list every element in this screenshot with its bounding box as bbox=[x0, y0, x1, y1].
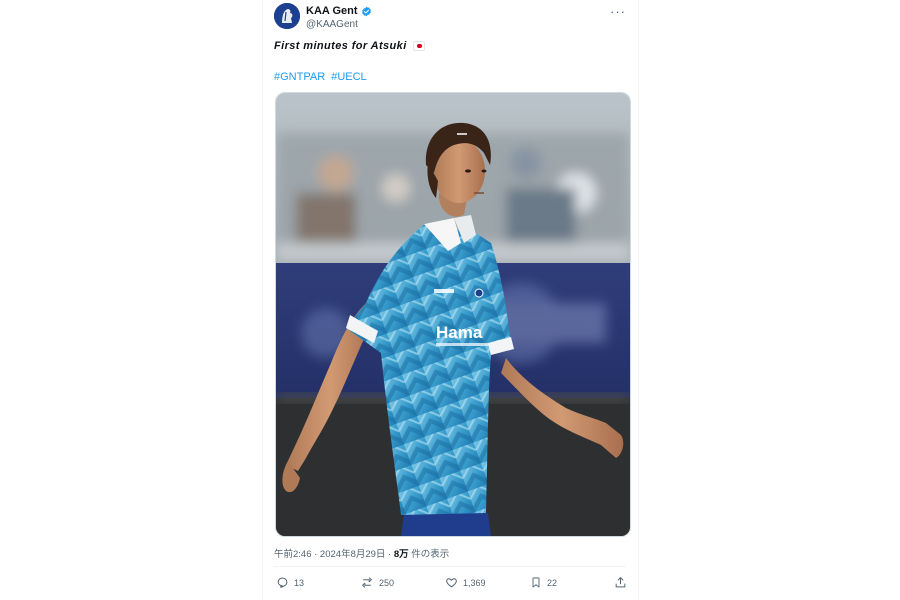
timeline-right-border bbox=[638, 0, 639, 600]
view-label: 件の表示 bbox=[408, 549, 450, 560]
tweet-header: KAA Gent @KAAGent ··· bbox=[274, 3, 638, 33]
reply-count: 13 bbox=[294, 577, 305, 588]
actions-divider bbox=[274, 566, 626, 567]
name-row: KAA Gent bbox=[306, 5, 372, 17]
verified-badge-icon bbox=[361, 6, 371, 16]
account-avatar[interactable] bbox=[274, 3, 300, 29]
tweet-metadata: 午前2:46 · 2024年8月29日 · 8万 件の表示 bbox=[274, 546, 449, 560]
tweet-text: First minutes for Atsuki bbox=[274, 40, 407, 52]
bookmark-count: 22 bbox=[547, 577, 558, 588]
tweet-photo[interactable]: Hama bbox=[275, 92, 631, 537]
hashtags: #GNTPAR #UECL bbox=[274, 71, 370, 83]
like-count: 1,369 bbox=[463, 577, 486, 588]
hashtag-link[interactable]: #UECL bbox=[331, 71, 366, 83]
view-count: 8万 bbox=[393, 549, 409, 560]
account-name[interactable]: KAA Gent bbox=[306, 5, 358, 17]
bookmark-icon bbox=[532, 577, 540, 588]
share-button[interactable] bbox=[614, 576, 627, 589]
share-icon bbox=[615, 577, 626, 588]
repost-count: 250 bbox=[379, 577, 395, 588]
reply-button[interactable]: 13 bbox=[276, 576, 304, 589]
football-player-photo: Hama bbox=[276, 93, 630, 536]
more-options-icon[interactable]: ··· bbox=[610, 4, 626, 19]
repost-button[interactable]: 250 bbox=[360, 576, 394, 589]
kaa-gent-crest-icon bbox=[274, 3, 300, 29]
japan-flag-icon bbox=[413, 41, 426, 52]
repost-icon bbox=[361, 577, 373, 588]
tweet-timestamp[interactable]: 午前2:46 · 2024年8月29日 · bbox=[274, 549, 394, 560]
hashtag-link[interactable]: #GNTPAR bbox=[274, 71, 325, 83]
tweet-actions-bar: 13 250 1,369 22 bbox=[274, 576, 628, 594]
tweet-card: KAA Gent @KAAGent ··· First minutes for … bbox=[262, 0, 638, 600]
bookmark-button[interactable]: 22 bbox=[530, 576, 557, 589]
heart-icon bbox=[446, 578, 457, 588]
like-button[interactable]: 1,369 bbox=[445, 576, 486, 589]
account-handle[interactable]: @KAAGent bbox=[306, 19, 358, 30]
reply-icon bbox=[277, 577, 288, 588]
jersey-sponsor-text: Hama bbox=[436, 323, 483, 342]
tweet-text-row: First minutes for Atsuki bbox=[274, 40, 426, 52]
